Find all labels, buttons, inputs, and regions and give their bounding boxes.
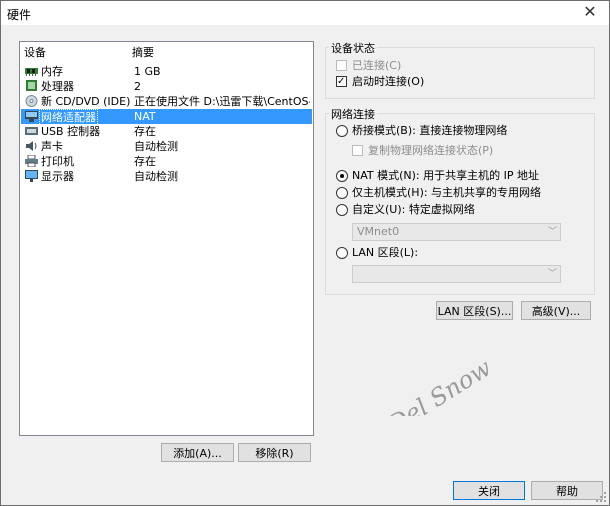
device-name: 处理器 [41,80,74,93]
checkbox-box [352,145,363,156]
device-column-header[interactable]: 设备 [24,44,46,62]
resize-grip-icon[interactable] [596,492,606,502]
device-name: USB 控制器 [41,125,101,138]
device-name: 显示器 [41,170,74,183]
network-adapter-icon [25,111,38,122]
radio-circle [336,125,348,137]
device-status-title: 设备状态 [329,40,377,56]
device-name: 打印机 [41,155,74,168]
window-title: 硬件 [7,8,32,22]
device-summary: 自动检测 [134,170,178,183]
device-name: 新 CD/DVD (IDE) [41,95,131,108]
vmnet-value: VMnet0 [357,225,400,238]
summary-column-header[interactable]: 摘要 [132,44,154,62]
help-button[interactable]: 帮助 [531,481,603,500]
lan-segment-label: LAN 区段(L): [352,246,419,259]
device-list[interactable]: 设备 摘要 内存 1 GB 处理器 2 新 CD/DVD (IDE) 正在使用文… [19,41,314,436]
device-row-network-adapter[interactable]: 网络适配器 NAT [21,109,312,126]
device-row-sound[interactable]: 声卡 自动检测 [21,139,312,154]
device-summary: 2 [134,80,141,93]
device-row-cd-dvd[interactable]: 新 CD/DVD (IDE) 正在使用文件 D:\迅雷下载\CentOS-... [21,94,312,109]
usb-icon [25,127,38,135]
checkbox-box [336,74,347,90]
device-name: 内存 [41,65,63,78]
cdrom-icon [25,95,38,107]
title-bar: 硬件 ✕ [1,1,609,25]
close-button[interactable]: 关闭 [453,481,525,500]
chevron-down-icon: ﹀ [547,269,557,279]
remove-button[interactable]: 移除(R) [238,443,311,462]
device-summary: 存在 [134,125,156,138]
host-only-label: 仅主机模式(H): 与主机共享的专用网络 [352,186,542,199]
advanced-button[interactable]: 高级(V)... [521,301,591,320]
vmnet-select[interactable]: VMnet0 ﹀ [352,223,561,241]
nat-label: NAT 模式(N): 用于共享主机的 IP 地址 [352,169,539,182]
custom-label: 自定义(U): 特定虚拟网络 [352,203,475,216]
svg-text:Del Snow: Del Snow [382,353,496,416]
device-row-memory[interactable]: 内存 1 GB [21,64,312,79]
radio-circle [336,187,348,199]
close-icon[interactable]: ✕ [579,3,601,21]
checkbox-box [336,60,347,71]
device-summary: 1 GB [134,65,161,78]
connect-at-power-on-label: 启动时连接(O) [352,75,425,88]
device-name: 声卡 [41,140,63,153]
connected-label: 已连接(C) [352,59,402,72]
radio-circle [336,247,348,259]
lan-segment-select[interactable]: ﹀ [352,265,561,283]
device-summary: 存在 [134,155,156,168]
processor-icon [26,80,37,91]
memory-icon [25,68,38,76]
add-button[interactable]: 添加(A)... [161,443,234,462]
device-summary: 自动检测 [134,140,178,153]
lan-segments-button[interactable]: LAN 区段(S)... [436,301,513,320]
device-row-printer[interactable]: 打印机 存在 [21,154,312,169]
sound-icon [26,141,37,151]
hardware-dialog: 硬件 ✕ 设备 摘要 内存 1 GB 处理器 2 新 CD/DVD (IDE) … [0,0,610,506]
network-connection-title: 网络连接 [329,106,377,122]
bridged-label: 桥接模式(B): 直接连接物理网络 [352,124,508,137]
device-summary: 正在使用文件 D:\迅雷下载\CentOS-... [134,95,310,108]
device-row-display[interactable]: 显示器 自动检测 [21,169,312,184]
device-row-processor[interactable]: 处理器 2 [21,79,312,94]
watermark-signature: Del Snow [382,353,496,416]
device-row-usb[interactable]: USB 控制器 存在 [21,124,312,139]
chevron-down-icon: ﹀ [547,227,557,237]
radio-circle [336,204,348,216]
device-summary: NAT [134,110,156,123]
replicate-state-label: 复制物理网络连接状态(P) [368,144,494,157]
display-icon [25,170,38,182]
printer-icon [25,155,38,167]
radio-circle [336,170,348,182]
